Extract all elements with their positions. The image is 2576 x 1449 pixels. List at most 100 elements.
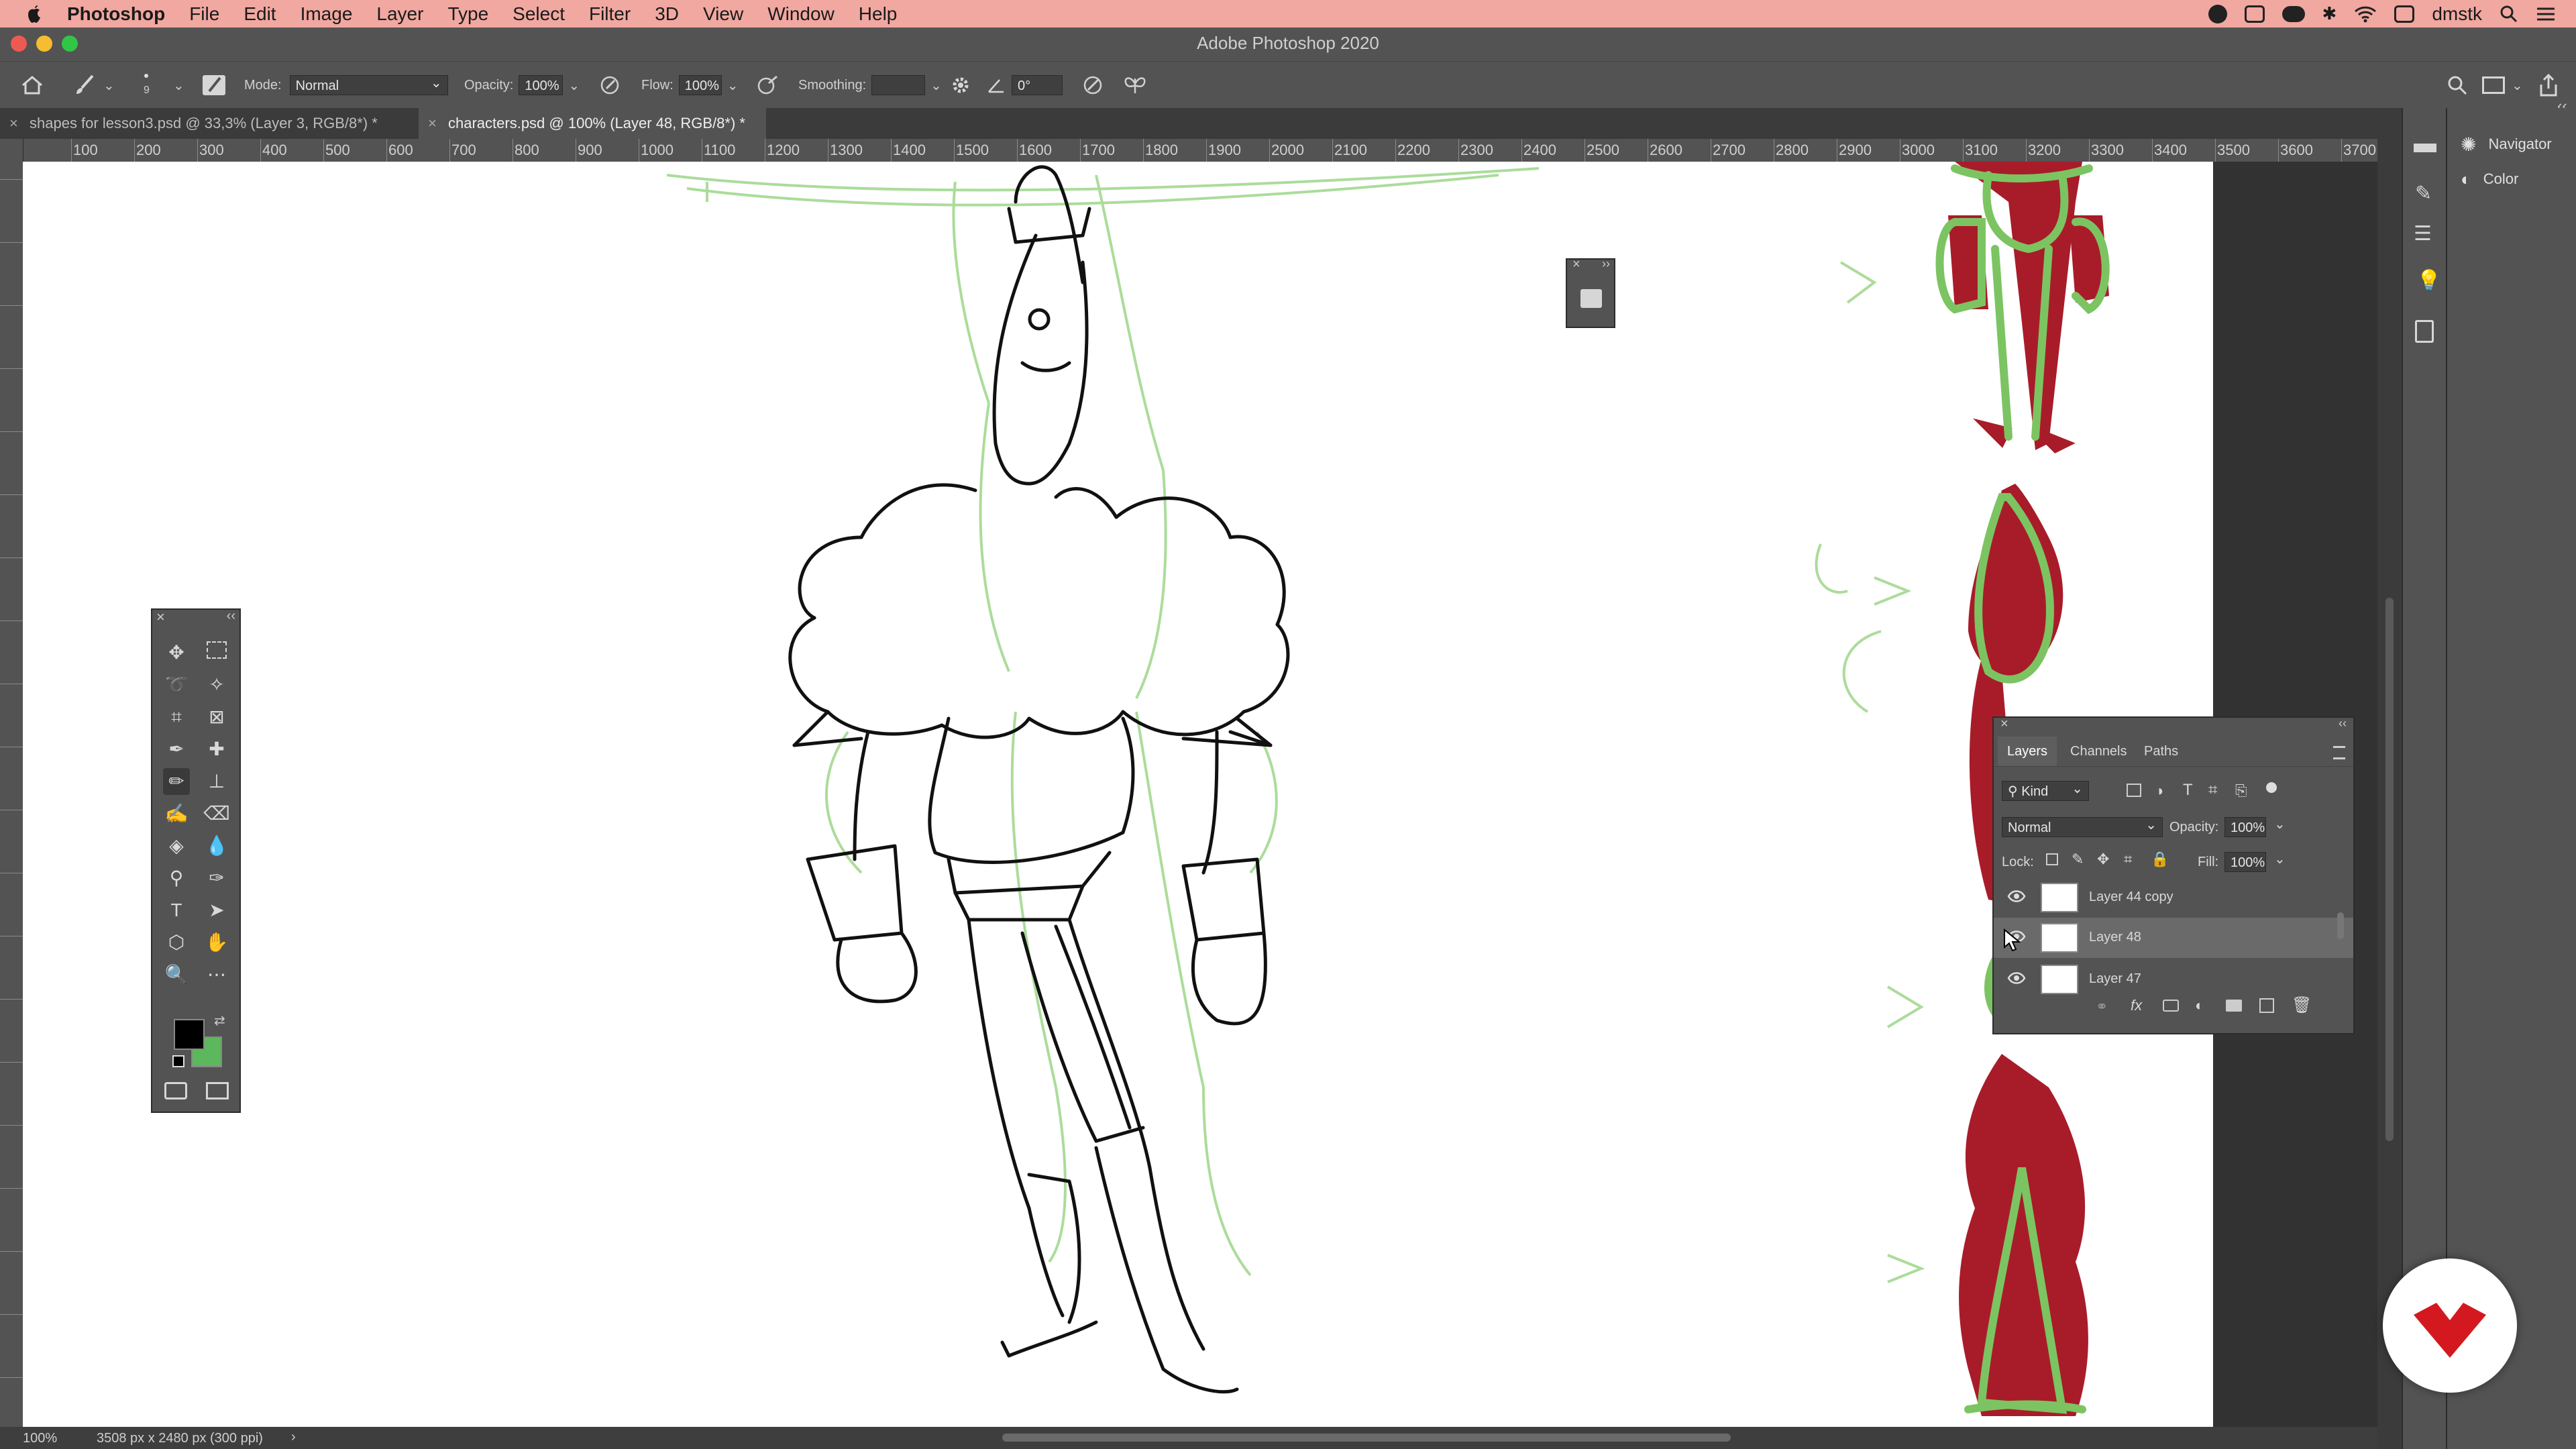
control-center-icon[interactable]	[2536, 5, 2556, 23]
home-icon[interactable]	[20, 74, 44, 96]
menu-edit[interactable]: Edit	[244, 3, 276, 25]
smoothing-input[interactable]	[871, 75, 926, 95]
eyedropper-tool-icon[interactable]: ✒	[163, 736, 190, 763]
layers-close-icon[interactable]: ×	[2000, 716, 2008, 732]
properties-panel-icon[interactable]	[1580, 289, 1602, 308]
menu-help[interactable]: Help	[859, 3, 898, 25]
new-group-folder-icon[interactable]	[2226, 1000, 2242, 1012]
crop-tool-icon[interactable]: ⌗	[163, 704, 190, 731]
type-tool-icon[interactable]: T	[163, 897, 190, 924]
airbrush-icon[interactable]	[755, 74, 780, 97]
filter-smart-object-icon[interactable]: ⎘	[2235, 782, 2247, 800]
layer-row-selected[interactable]: Layer 48	[1994, 918, 2353, 958]
hand-tool-icon[interactable]: ✋	[203, 929, 230, 956]
new-adjustment-layer-icon[interactable]: ◐	[2195, 997, 2204, 1014]
mini-panel-close-icon[interactable]: ×	[1572, 257, 1580, 272]
bluetooth-icon[interactable]: ✱	[2322, 3, 2337, 24]
eraser-tool-icon[interactable]: ⌫	[203, 800, 230, 827]
screen-icon[interactable]	[2244, 5, 2265, 23]
layer-style-fx-icon[interactable]: fx	[2131, 997, 2142, 1014]
scrollbar-track[interactable]	[2385, 598, 2394, 1141]
visibility-eye-icon[interactable]	[2007, 971, 2026, 985]
frame-tool-icon[interactable]: ⊠	[203, 704, 230, 731]
tab-paths[interactable]: Paths	[2135, 737, 2188, 766]
brush-presets-icon[interactable]: ✎	[2415, 182, 2432, 205]
menubar-user[interactable]: dmstk	[2432, 3, 2482, 25]
layer-opacity-input[interactable]: 100%	[2224, 817, 2266, 837]
move-tool-icon[interactable]: ✥	[163, 639, 190, 666]
layer-row[interactable]: Layer 47	[1994, 959, 2353, 1000]
zoom-tool-icon[interactable]: 🔍	[163, 961, 190, 988]
document-canvas[interactable]	[23, 162, 2213, 1427]
search-icon[interactable]	[2447, 75, 2467, 95]
tools-collapse-icon[interactable]: ‹‹	[227, 608, 235, 624]
opacity-chevron-down-icon[interactable]: ⌄	[568, 77, 580, 94]
marquee-tool-icon[interactable]	[203, 639, 230, 666]
pen-tool-icon[interactable]: ✑	[203, 865, 230, 892]
menu-layer[interactable]: Layer	[376, 3, 423, 25]
lock-artboard-icon[interactable]: ⌗	[2124, 851, 2132, 868]
tab-characters[interactable]: × characters.psd @ 100% (Layer 48, RGB/8…	[419, 108, 766, 139]
swap-colors-icon[interactable]: ⇄	[214, 1012, 225, 1029]
close-tab-icon[interactable]: ×	[9, 108, 18, 139]
shape-tool-icon[interactable]: ⬡	[163, 929, 190, 956]
menu-3d[interactable]: 3D	[655, 3, 679, 25]
layer-filter-select[interactable]: ⚲ Kind ⌄	[2002, 781, 2089, 801]
horizontal-ruler[interactable]: 100 200 300 400 500 600 700 800 900 1000 1100 1200 1…	[23, 139, 2377, 162]
layers-panel-menu-icon[interactable]	[2333, 746, 2345, 759]
spotlight-search-icon[interactable]	[2500, 5, 2518, 23]
quick-mask-icon[interactable]	[164, 1082, 187, 1099]
clone-stamp-tool-icon[interactable]: ⊥	[203, 768, 230, 795]
blend-mode-select[interactable]: Normal ⌄	[2002, 817, 2163, 837]
dodge-tool-icon[interactable]: ⚲	[163, 865, 190, 892]
flow-chevron-down-icon[interactable]: ⌄	[727, 77, 739, 94]
tab-shapes-for-lesson3[interactable]: × shapes for lesson3.psd @ 33,3% (Layer …	[0, 108, 419, 139]
pressure-opacity-icon[interactable]	[598, 74, 621, 97]
zoom-level[interactable]: 100%	[23, 1431, 57, 1446]
brush-tool-icon[interactable]: ✏	[163, 768, 190, 795]
filter-type-icon[interactable]: T	[2183, 781, 2193, 800]
filter-pixel-icon[interactable]	[2127, 784, 2141, 797]
tools-close-icon[interactable]: ×	[156, 608, 165, 626]
default-colors-icon[interactable]	[172, 1055, 184, 1067]
brush-picker-dropdown-icon[interactable]: ⌄	[173, 77, 184, 94]
filter-adjustment-icon[interactable]: ◑	[2155, 782, 2163, 800]
link-layers-icon[interactable]: ⚭	[2096, 998, 2108, 1016]
adjustments-icon[interactable]: ☰	[2414, 222, 2432, 246]
paint-bucket-tool-icon[interactable]: ◈	[163, 833, 190, 859]
apple-icon[interactable]	[25, 4, 43, 24]
flow-input[interactable]: 100%	[678, 75, 722, 95]
screen-mode-icon[interactable]	[206, 1082, 229, 1099]
menu-select[interactable]: Select	[513, 3, 565, 25]
lock-transparent-icon[interactable]	[2046, 853, 2058, 865]
tab-channels[interactable]: Channels	[2061, 737, 2137, 766]
visibility-eye-icon[interactable]	[2007, 890, 2026, 903]
fill-chevron-down-icon[interactable]: ⌄	[2274, 851, 2286, 867]
mini-panel-collapse-icon[interactable]: ››	[1602, 257, 1610, 271]
fill-input[interactable]: 100%	[2224, 852, 2266, 872]
add-mask-icon[interactable]	[2163, 1000, 2179, 1012]
preset-dropdown-icon[interactable]: ⌄	[103, 77, 115, 94]
menu-image[interactable]: Image	[301, 3, 353, 25]
brush-tool-preset-icon[interactable]	[72, 73, 97, 97]
dock-color[interactable]: ◐ Color	[2461, 166, 2518, 193]
status-app-icon[interactable]	[2208, 4, 2227, 23]
symmetry-butterfly-icon[interactable]	[1123, 74, 1147, 96]
lock-all-icon[interactable]: 🔒	[2151, 851, 2169, 868]
status-chevron-right-icon[interactable]: ›	[291, 1430, 296, 1445]
dock-navigator[interactable]: ✺ Navigator	[2461, 131, 2552, 158]
wifi-icon[interactable]	[2354, 5, 2377, 23]
lasso-tool-icon[interactable]: ➰	[163, 672, 190, 698]
layers-collapse-icon[interactable]: ‹‹	[2339, 716, 2347, 731]
vertical-ruler[interactable]	[0, 139, 23, 1427]
magic-wand-tool-icon[interactable]: ✧	[203, 672, 230, 698]
healing-brush-tool-icon[interactable]: ✚	[203, 736, 230, 763]
filter-toggle-icon[interactable]	[2266, 782, 2277, 793]
brush-settings-panel-icon[interactable]	[201, 74, 227, 97]
brush-size-dot-icon[interactable]	[144, 74, 149, 78]
delete-layer-trash-icon[interactable]: 🗑	[2292, 996, 2312, 1015]
airplay-icon[interactable]	[2394, 5, 2415, 23]
libraries-icon[interactable]	[2415, 320, 2434, 343]
menu-app-name[interactable]: Photoshop	[67, 3, 165, 25]
menu-filter[interactable]: Filter	[589, 3, 631, 25]
